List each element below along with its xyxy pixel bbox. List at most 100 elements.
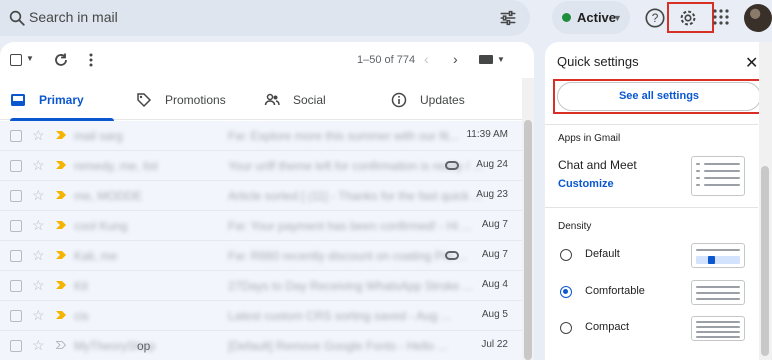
apps-layout-preview[interactable] [691, 156, 745, 196]
density-option-label: Default [585, 248, 620, 260]
not-important-marker-icon[interactable] [56, 341, 66, 349]
row-checkbox[interactable] [10, 310, 22, 322]
star-icon[interactable]: ☆ [32, 277, 45, 294]
tab-label: Social [293, 93, 326, 107]
info-icon [391, 92, 407, 108]
search-bar[interactable]: Search in mail [0, 0, 530, 36]
important-marker-icon[interactable] [56, 161, 66, 169]
divider [545, 124, 758, 125]
people-icon [264, 93, 280, 106]
email-row[interactable]: ☆ Kit 27Days to Day Receiving WhatsApp S… [0, 271, 522, 301]
attachment-icon [445, 161, 459, 170]
row-checkbox[interactable] [10, 160, 22, 172]
email-row[interactable]: ☆ MyTheoryShop op [Default] Remove Googl… [0, 331, 522, 360]
tab-social[interactable]: Social [264, 80, 326, 120]
email-sender: me, MODDE [74, 189, 143, 203]
category-tabs: Primary Promotions Social Updates [0, 80, 522, 121]
close-icon[interactable]: ✕ [745, 53, 758, 73]
star-icon[interactable]: ☆ [32, 127, 45, 144]
help-icon[interactable]: ? [644, 7, 666, 29]
tag-icon [137, 93, 152, 108]
email-sender: Kit [74, 279, 89, 293]
email-row[interactable]: ☆ remedy, me, list Your uriff theme left… [0, 151, 522, 181]
refresh-icon[interactable] [53, 52, 69, 68]
inbox-icon [11, 94, 25, 106]
apps-section-heading: Apps in Gmail [558, 133, 621, 144]
row-checkbox[interactable] [10, 130, 22, 142]
input-tools-dropdown-icon[interactable]: ▼ [497, 55, 505, 64]
email-row[interactable]: ☆ Kali, me Fw: R660 recently discount on… [0, 241, 522, 271]
mail-list-panel: ▼ 1–50 of 774 ‹ › ▼ Primary Promotions S… [0, 42, 534, 360]
tab-primary[interactable]: Primary [10, 80, 114, 121]
tab-label: Promotions [165, 93, 226, 107]
important-marker-icon[interactable] [56, 221, 66, 229]
email-row[interactable]: ☆ cis Latest custom CRS sorting saved - … [0, 301, 522, 331]
tab-label: Updates [420, 93, 465, 107]
density-compact-preview[interactable] [691, 316, 745, 341]
star-icon[interactable]: ☆ [32, 217, 45, 234]
email-date: Aug 7 [481, 219, 508, 230]
email-row[interactable]: ☆ cool Kung Fw: Your payment has been co… [0, 211, 522, 241]
see-all-settings-button[interactable]: See all settings [557, 82, 761, 111]
density-default-radio[interactable] [560, 249, 572, 261]
divider [545, 207, 758, 208]
tab-updates[interactable]: Updates [391, 80, 465, 120]
email-subject: [Default] Remove Google Fonts - Hello ..… [228, 339, 448, 353]
quick-settings-title: Quick settings [557, 54, 639, 69]
row-checkbox[interactable] [10, 220, 22, 232]
mail-scrollbar-thumb[interactable] [524, 120, 532, 360]
density-option-label: Compact [585, 321, 630, 333]
email-sender: cool Kung [74, 219, 128, 233]
search-input[interactable]: Search in mail [29, 9, 118, 25]
email-date: Aug 7 [481, 249, 508, 260]
email-date: Jul 22 [481, 339, 508, 350]
important-marker-icon[interactable] [56, 281, 66, 289]
search-icon[interactable] [8, 9, 26, 27]
star-icon[interactable]: ☆ [32, 247, 45, 264]
email-subject: Fw: R660 recently discount on coating Pr… [228, 249, 467, 263]
email-subject: Fw: Your payment has been confirmed! - H… [228, 219, 472, 233]
tune-icon[interactable] [499, 9, 517, 27]
customize-link[interactable]: Customize [558, 178, 614, 190]
density-default-preview[interactable] [691, 243, 745, 268]
chevron-down-icon: ▼ [613, 13, 622, 23]
email-date: Aug 24 [476, 159, 508, 170]
email-row[interactable]: ☆ mail sarg Fw: Explore more this summer… [0, 121, 522, 151]
apps-grid-icon[interactable] [712, 8, 730, 26]
tab-promotions[interactable]: Promotions [136, 80, 226, 120]
svg-text:?: ? [652, 11, 659, 25]
more-vert-icon[interactable] [86, 52, 96, 68]
important-marker-icon[interactable] [56, 191, 66, 199]
select-dropdown-icon[interactable]: ▼ [26, 54, 34, 63]
email-subject: Fw: Explore more this summer with our fi… [228, 129, 459, 143]
email-subject: 27Days to Day Receiving WhatsApp Stroke … [228, 279, 473, 293]
important-marker-icon[interactable] [56, 251, 66, 259]
row-checkbox[interactable] [10, 250, 22, 262]
chevron-right-icon[interactable]: › [453, 51, 458, 67]
quick-settings-scrollbar-thumb[interactable] [761, 166, 769, 356]
keyboard-icon[interactable] [479, 55, 493, 64]
important-marker-icon[interactable] [56, 311, 66, 319]
select-all-checkbox[interactable] [10, 54, 22, 66]
star-icon[interactable]: ☆ [32, 337, 45, 354]
star-icon[interactable]: ☆ [32, 157, 45, 174]
settings-gear-icon[interactable] [677, 7, 699, 29]
important-marker-icon[interactable] [56, 131, 66, 139]
status-label: Active [577, 10, 617, 25]
row-checkbox[interactable] [10, 340, 22, 352]
density-comfortable-preview[interactable] [691, 280, 745, 305]
chevron-left-icon[interactable]: ‹ [424, 51, 429, 67]
density-compact-radio[interactable] [560, 322, 572, 334]
email-date: Aug 4 [481, 279, 508, 290]
row-checkbox[interactable] [10, 190, 22, 202]
density-section-heading: Density [558, 221, 592, 232]
email-subject: Latest custom CRS sorting saved - Aug ..… [228, 309, 451, 323]
email-sender-fragment: op [137, 339, 151, 353]
status-selector[interactable]: Active ▼ [552, 1, 630, 34]
email-row[interactable]: ☆ me, MODDE Article sorted [ (11] - Than… [0, 181, 522, 211]
star-icon[interactable]: ☆ [32, 187, 45, 204]
row-checkbox[interactable] [10, 280, 22, 292]
density-comfortable-radio[interactable] [560, 286, 572, 298]
star-icon[interactable]: ☆ [32, 307, 45, 324]
account-avatar[interactable] [744, 4, 772, 32]
